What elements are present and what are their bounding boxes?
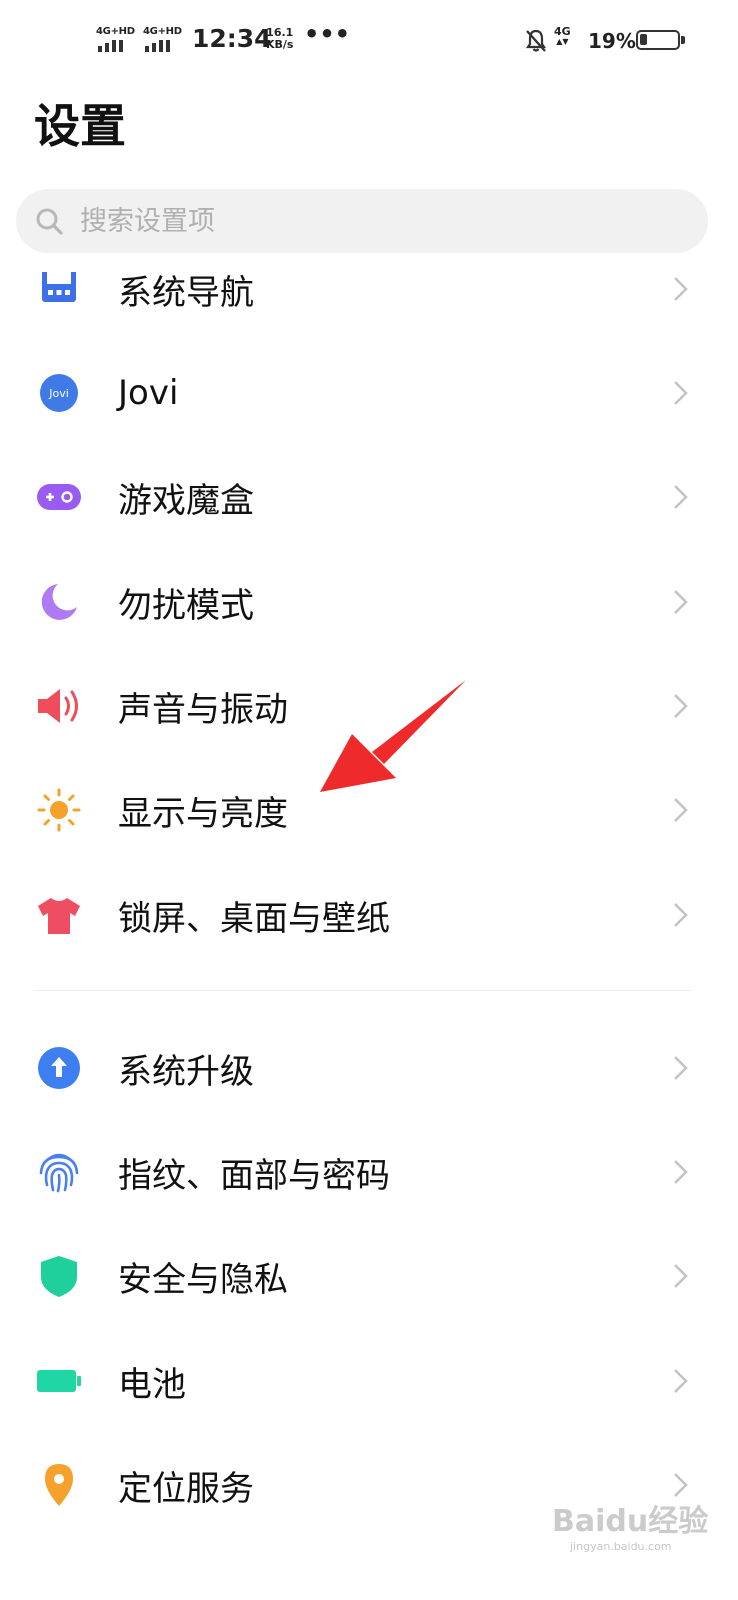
chevron-right-icon (674, 1160, 688, 1184)
chevron-right-icon (674, 277, 688, 301)
sun-icon (37, 788, 81, 832)
battery-percentage: 19% (588, 29, 636, 53)
settings-item-do-not-disturb[interactable]: 勿扰模式 (0, 552, 738, 652)
settings-item-label: 电池 (118, 1364, 186, 1405)
search-icon (36, 208, 63, 235)
sim2-network-type: 4G+HD (143, 26, 182, 37)
search-input[interactable] (80, 205, 640, 237)
gamepad-icon (37, 484, 81, 510)
settings-item-label: 勿扰模式 (118, 585, 254, 626)
upgrade-icon (38, 1047, 80, 1089)
settings-item-fingerprint-face-password[interactable]: 指纹、面部与密码 (0, 1122, 738, 1222)
fingerprint-icon (39, 1153, 79, 1193)
settings-item-system-navigation[interactable]: 系统导航 (0, 239, 738, 339)
section-divider (34, 990, 692, 991)
settings-item-label: 显示与亮度 (118, 793, 288, 834)
battery-icon (37, 1370, 81, 1392)
settings-item-label: 系统导航 (118, 272, 254, 313)
network-speed: 16.1 KB/s (266, 27, 293, 51)
settings-item-display-brightness[interactable]: 显示与亮度 (0, 760, 738, 860)
chevron-right-icon (674, 1056, 688, 1080)
speaker-icon (38, 689, 78, 723)
location-pin-icon (45, 1464, 73, 1506)
settings-item-label: Jovi (118, 373, 179, 413)
settings-item-label: 系统升级 (118, 1051, 254, 1092)
sim2-signal-icon: 4G+HD (143, 26, 183, 54)
sim1-signal-icon: 4G+HD (96, 26, 136, 54)
settings-item-jovi[interactable]: Jovi Jovi (0, 343, 738, 443)
settings-item-label: 声音与振动 (118, 689, 288, 730)
settings-item-sound-vibration[interactable]: 声音与振动 (0, 656, 738, 756)
navigation-icon (42, 272, 76, 302)
settings-item-system-upgrade[interactable]: 系统升级 (0, 1018, 738, 1118)
more-notifications-icon: ••• (304, 20, 351, 48)
settings-item-security-privacy[interactable]: 安全与隐私 (0, 1226, 738, 1326)
settings-item-lockscreen-wallpaper[interactable]: 锁屏、桌面与壁纸 (0, 865, 738, 965)
jovi-icon: Jovi (40, 374, 78, 412)
chevron-right-icon (674, 694, 688, 718)
baidu-watermark-logo: Baidu经验 (552, 1504, 709, 1539)
chevron-right-icon (674, 1369, 688, 1393)
baidu-watermark-url: jingyan.baidu.com (570, 1540, 672, 1553)
settings-item-label: 安全与隐私 (118, 1259, 288, 1300)
sim1-network-type: 4G+HD (96, 26, 135, 37)
svg-text:Jovi: Jovi (48, 387, 69, 400)
chevron-right-icon (674, 1264, 688, 1288)
settings-item-label: 锁屏、桌面与壁纸 (118, 898, 390, 939)
moon-icon (41, 584, 77, 620)
tshirt-icon (38, 898, 80, 934)
chevron-right-icon (674, 590, 688, 614)
silent-bell-icon (525, 29, 547, 52)
page-title: 设置 (34, 99, 126, 153)
mobile-data-indicator: 4G ▲▼ (554, 25, 571, 46)
chevron-right-icon (674, 798, 688, 822)
settings-item-game-box[interactable]: 游戏魔盒 (0, 447, 738, 547)
settings-item-label: 游戏魔盒 (118, 480, 254, 521)
network-speed-unit: KB/s (266, 38, 294, 51)
battery-status-icon (636, 30, 685, 50)
settings-item-battery[interactable]: 电池 (0, 1331, 738, 1431)
settings-item-label: 定位服务 (118, 1468, 254, 1509)
status-bar: 4G+HD 4G+HD 12:34 16.1 KB/s ••• 4G ▲▼ 19… (0, 0, 738, 80)
chevron-right-icon (674, 485, 688, 509)
settings-item-label: 指纹、面部与密码 (118, 1155, 390, 1196)
status-clock: 12:34 (192, 24, 272, 53)
chevron-right-icon (674, 381, 688, 405)
shield-icon (41, 1256, 77, 1297)
chevron-right-icon (674, 903, 688, 927)
